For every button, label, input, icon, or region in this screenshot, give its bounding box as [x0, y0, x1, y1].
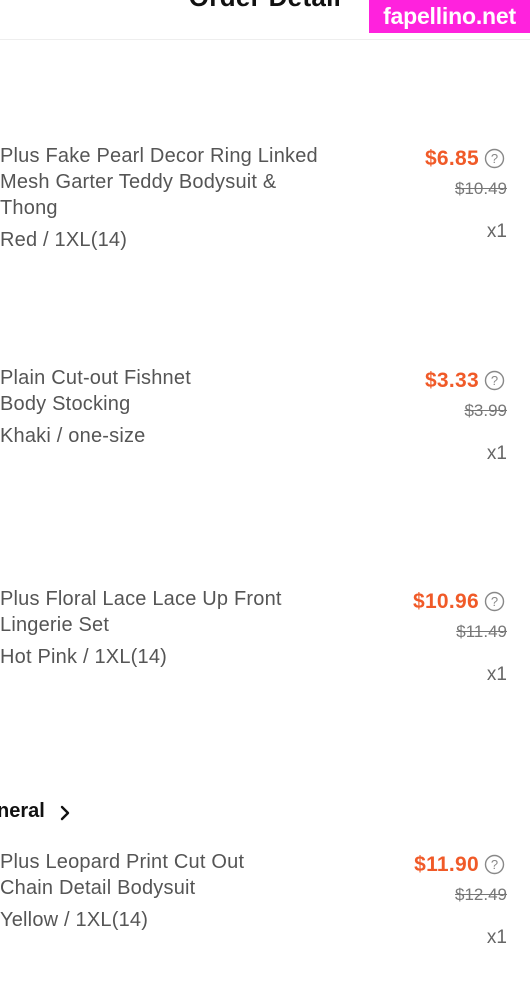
item-price: $10.96	[412, 590, 479, 613]
svg-text:?: ?	[491, 594, 498, 609]
item-name: Plus Leopard Print Cut Out Chain Detail …	[0, 851, 245, 899]
item-name: Plus Floral Lace Lace Up Front Lingerie …	[0, 588, 282, 636]
item-original-price: $12.49	[455, 885, 507, 904]
item-price: $11.90	[414, 853, 479, 876]
chevron-right-icon	[60, 805, 70, 821]
svg-text:?: ?	[491, 857, 498, 872]
item-variant: Yellow / 1XL(14)	[0, 909, 149, 931]
item-quantity: x1	[486, 221, 507, 242]
item-quantity: x1	[486, 664, 507, 685]
svg-text:?: ?	[491, 373, 498, 388]
item-price: $6.85	[424, 147, 479, 170]
item-original-price: $3.99	[464, 401, 507, 420]
order-item[interactable]: Plain Cut-out Fishnet Body Stocking Khak…	[0, 365, 530, 485]
question-circle-icon[interactable]: ?	[484, 370, 505, 391]
question-circle-icon[interactable]: ?	[484, 591, 505, 612]
order-item[interactable]: Plus Fake Pearl Decor Ring Linked Mesh G…	[0, 143, 530, 263]
question-circle-icon[interactable]: ?	[484, 148, 505, 169]
watermark: fapellino.net	[369, 0, 530, 33]
svg-text:?: ?	[491, 151, 498, 166]
store-link[interactable]: neral	[0, 800, 200, 826]
store-name: neral	[0, 800, 45, 822]
item-quantity: x1	[486, 927, 507, 948]
item-variant: Red / 1XL(14)	[0, 229, 128, 251]
order-detail-page: Order Detail fapellino.net Plus Fake Pea…	[0, 0, 530, 1000]
item-original-price: $11.49	[456, 622, 507, 641]
item-name: Plain Cut-out Fishnet Body Stocking	[0, 367, 191, 415]
item-original-price: $10.49	[455, 179, 507, 198]
item-price: $3.33	[424, 369, 479, 392]
order-item[interactable]: Plus Floral Lace Lace Up Front Lingerie …	[0, 586, 530, 706]
item-quantity: x1	[486, 443, 507, 464]
item-variant: Hot Pink / 1XL(14)	[0, 646, 168, 668]
question-circle-icon[interactable]: ?	[484, 854, 505, 875]
item-variant: Khaki / one-size	[0, 425, 146, 447]
item-name: Plus Fake Pearl Decor Ring Linked Mesh G…	[0, 145, 318, 219]
order-item[interactable]: Plus Leopard Print Cut Out Chain Detail …	[0, 849, 530, 969]
